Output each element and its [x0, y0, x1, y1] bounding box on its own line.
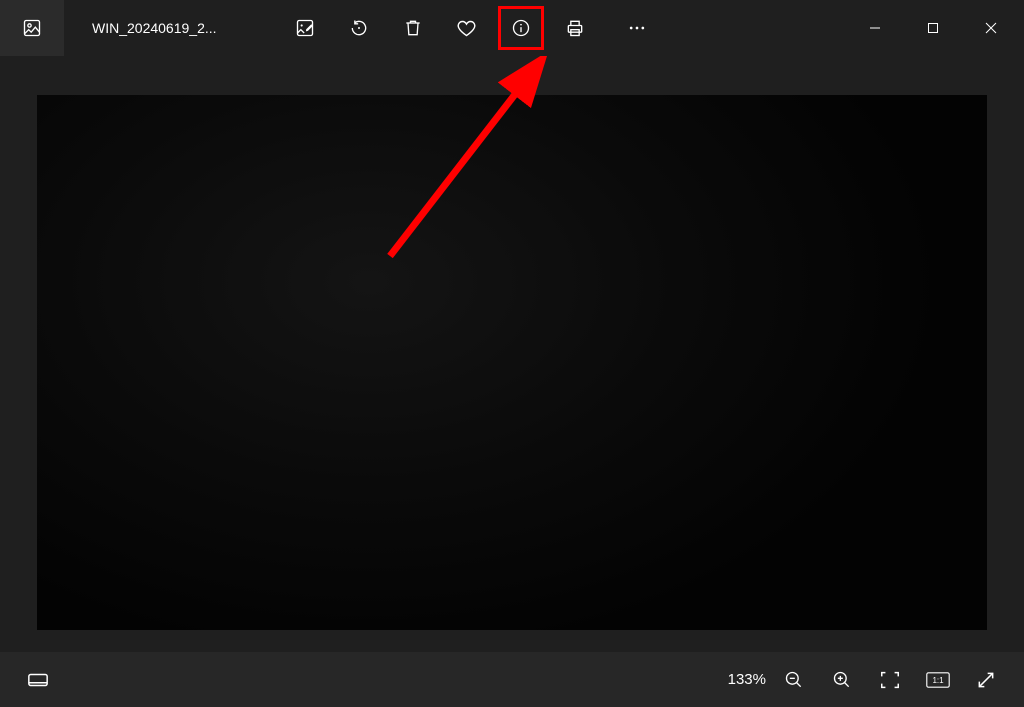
- edit-image-button[interactable]: [282, 6, 328, 50]
- minimize-icon: [869, 22, 881, 34]
- titlebar: WIN_20240619_2...: [0, 0, 1024, 56]
- photo-app-icon: [22, 18, 42, 38]
- print-icon: [565, 18, 585, 38]
- image-viewport[interactable]: [0, 56, 1024, 652]
- edit-image-icon: [295, 18, 315, 38]
- bottombar: 133% 1:1: [0, 652, 1024, 707]
- maximize-icon: [927, 22, 939, 34]
- zoom-out-icon: [784, 670, 804, 690]
- more-button[interactable]: [614, 6, 660, 50]
- close-button[interactable]: [962, 6, 1020, 50]
- svg-text:1:1: 1:1: [932, 676, 944, 685]
- print-button[interactable]: [552, 6, 598, 50]
- actual-size-icon: 1:1: [926, 670, 950, 690]
- zoom-to-fit-button[interactable]: [866, 658, 914, 702]
- actual-size-button[interactable]: 1:1: [914, 658, 962, 702]
- rotate-button[interactable]: [336, 6, 382, 50]
- file-info-button[interactable]: [498, 6, 544, 50]
- zoom-in-icon: [832, 670, 852, 690]
- image-content: [37, 95, 987, 630]
- zoom-out-button[interactable]: [770, 658, 818, 702]
- info-icon: [511, 18, 531, 38]
- window-controls: [846, 6, 1024, 50]
- rotate-icon: [349, 18, 369, 38]
- favorite-button[interactable]: [444, 6, 490, 50]
- fit-screen-icon: [879, 669, 901, 691]
- fullscreen-button[interactable]: [962, 658, 1010, 702]
- trash-icon: [403, 18, 423, 38]
- file-title: WIN_20240619_2...: [92, 20, 217, 36]
- heart-icon: [456, 18, 477, 39]
- fullscreen-icon: [976, 670, 996, 690]
- filmstrip-button[interactable]: [14, 658, 62, 702]
- toolbar: [282, 6, 660, 50]
- filmstrip-icon: [27, 669, 49, 691]
- minimize-button[interactable]: [846, 6, 904, 50]
- delete-button[interactable]: [390, 6, 436, 50]
- zoom-in-button[interactable]: [818, 658, 866, 702]
- more-icon: [627, 18, 647, 38]
- close-icon: [985, 22, 997, 34]
- zoom-percentage[interactable]: 133%: [728, 671, 766, 688]
- app-icon-button[interactable]: [0, 0, 64, 56]
- maximize-button[interactable]: [904, 6, 962, 50]
